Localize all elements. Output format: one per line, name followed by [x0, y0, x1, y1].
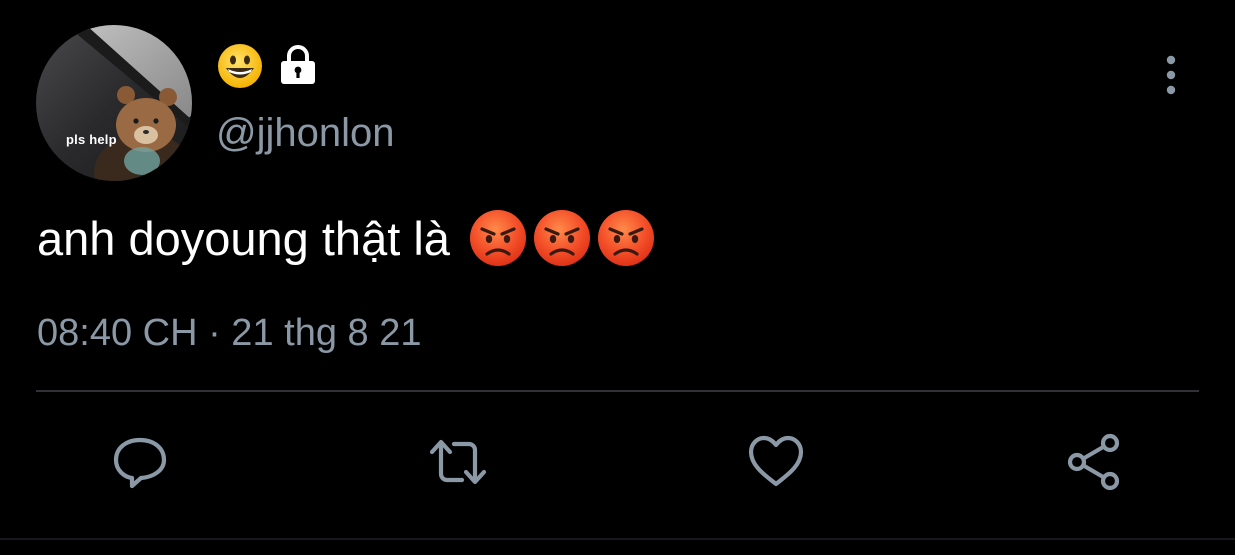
- share-button[interactable]: [1064, 432, 1124, 492]
- teddy-bear-avatar-image: [36, 25, 192, 181]
- tweet-emojis: [468, 208, 656, 268]
- avatar[interactable]: pls help: [36, 25, 192, 181]
- retweet-button[interactable]: [428, 432, 488, 492]
- more-options-icon[interactable]: [1156, 54, 1186, 98]
- pouting-face-emoji: [533, 210, 590, 266]
- bottom-divider: [0, 538, 1235, 540]
- like-icon: [748, 435, 804, 487]
- tweet-timestamp[interactable]: 08:40 CH · 21 thg 8 21: [37, 310, 421, 356]
- pouting-face-emoji: [597, 210, 654, 266]
- reply-button[interactable]: [110, 432, 170, 492]
- display-name[interactable]: [216, 42, 322, 90]
- tweet-text-content: anh doyoung thật là: [37, 211, 450, 265]
- pouting-face-emoji: [469, 210, 526, 266]
- like-button[interactable]: [746, 432, 806, 492]
- avatar-caption: pls help: [66, 132, 117, 147]
- divider: [36, 390, 1199, 392]
- user-handle[interactable]: @jjhonlon: [216, 108, 395, 158]
- share-icon: [1067, 433, 1120, 491]
- tweet-detail: pls help @jjhonlon anh doyoung thật là 0…: [0, 0, 1235, 555]
- retweet-icon: [429, 439, 487, 485]
- lock-icon: [281, 45, 315, 84]
- tweet-text: anh doyoung thật là: [37, 208, 656, 268]
- reply-icon: [113, 437, 167, 489]
- grinning-face-emoji: [218, 44, 262, 88]
